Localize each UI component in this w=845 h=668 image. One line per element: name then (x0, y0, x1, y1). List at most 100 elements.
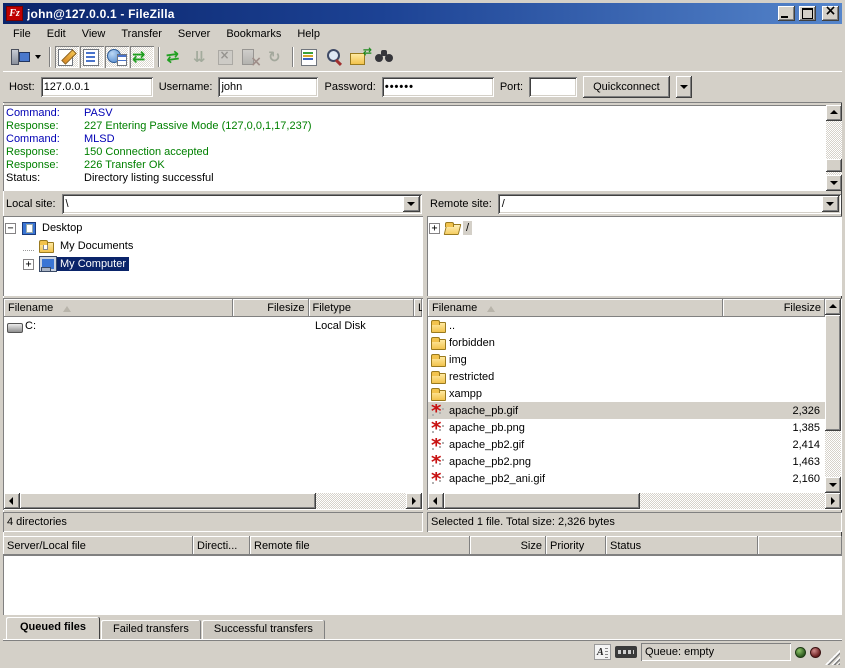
scroll-thumb[interactable] (825, 315, 841, 431)
log-line-label: Response: (6, 120, 84, 133)
column-header[interactable]: Filename (428, 299, 723, 317)
queue-tab[interactable]: Failed transfers (101, 620, 201, 639)
menu-item[interactable]: Bookmarks (218, 26, 289, 42)
toolbar-button[interactable] (32, 46, 45, 68)
scroll-up-button[interactable] (826, 105, 842, 121)
column-header[interactable]: Filetype (309, 299, 415, 317)
toolbar-button[interactable] (214, 46, 238, 68)
scroll-left-button[interactable] (4, 493, 20, 509)
tree-item-label: Desktop (39, 221, 85, 235)
column-header[interactable]: L (414, 299, 422, 317)
queue-column-header[interactable]: Server/Local file (3, 536, 193, 555)
file-row[interactable]: apache_pb2_ani.gif 2,160 (428, 470, 825, 487)
toolbar-button[interactable] (239, 46, 263, 68)
toolbar-button[interactable] (80, 46, 104, 68)
toolbar-button[interactable] (164, 46, 188, 68)
scroll-thumb[interactable] (20, 493, 316, 509)
menu-bar: FileEditViewTransferServerBookmarksHelp (3, 24, 842, 43)
menu-item[interactable]: View (74, 26, 114, 42)
host-input[interactable] (41, 77, 153, 97)
local-horizontal-scrollbar[interactable] (4, 493, 422, 509)
tree-expander[interactable] (5, 223, 16, 234)
tree-expander[interactable] (23, 250, 34, 251)
scroll-down-button[interactable] (825, 477, 841, 493)
queue-column-header[interactable]: Remote file (250, 536, 470, 555)
queue-list-area[interactable] (3, 555, 842, 615)
close-button[interactable] (822, 6, 839, 21)
file-icon (430, 387, 447, 401)
toolbar-button[interactable] (264, 46, 288, 68)
log-scrollbar[interactable] (826, 105, 842, 191)
port-input[interactable] (529, 77, 577, 97)
username-input[interactable] (218, 77, 318, 97)
queue-column-header[interactable] (758, 536, 842, 555)
scroll-right-button[interactable] (825, 493, 841, 509)
tree-expander[interactable] (23, 259, 34, 270)
file-row[interactable]: apache_pb.png 1,385 (428, 419, 825, 436)
queue-column-header[interactable]: Priority (546, 536, 606, 555)
queue-column-header[interactable]: Directi... (193, 536, 250, 555)
scroll-thumb[interactable] (826, 159, 842, 172)
toolbar-button[interactable] (373, 46, 397, 68)
tree-item[interactable]: My Computer (5, 255, 421, 273)
scroll-right-button[interactable] (406, 493, 422, 509)
file-row[interactable]: .. (428, 317, 825, 334)
toolbar-button[interactable] (348, 46, 372, 68)
local-site-combo[interactable]: \ (62, 194, 422, 214)
remote-site-combo[interactable]: / (498, 194, 841, 214)
toolbar-button[interactable] (55, 46, 79, 68)
resize-grip[interactable] (825, 650, 840, 665)
quickconnect-dropdown[interactable] (676, 76, 692, 98)
tree-item[interactable]: / (429, 219, 840, 237)
toolbar-button[interactable] (292, 47, 294, 67)
menu-item[interactable]: Help (289, 26, 328, 42)
remote-vertical-scrollbar[interactable] (825, 299, 841, 493)
toolbar-button[interactable] (49, 47, 51, 67)
queue-column-header[interactable]: Size (470, 536, 546, 555)
title-bar[interactable]: Fz john@127.0.0.1 - FileZilla (3, 3, 842, 24)
file-row[interactable]: apache_pb.gif 2,326 (428, 402, 825, 419)
queue-column-header[interactable]: Status (606, 536, 758, 555)
scroll-left-button[interactable] (428, 493, 444, 509)
queue-tab[interactable]: Successful transfers (202, 620, 325, 639)
local-tree: Desktop My Documents My Computer (3, 216, 423, 296)
toolbar-button[interactable] (323, 46, 347, 68)
column-header[interactable]: Filesize (233, 299, 309, 317)
remote-site-label: Remote site: (428, 198, 494, 210)
file-row[interactable]: forbidden (428, 334, 825, 351)
maximize-button[interactable] (799, 6, 816, 21)
menu-item[interactable]: File (5, 26, 39, 42)
toolbar-button[interactable] (105, 46, 129, 68)
quickconnect-button[interactable]: Quickconnect (583, 76, 670, 98)
menu-item[interactable]: Transfer (113, 26, 170, 42)
menu-item[interactable]: Server (170, 26, 218, 42)
file-row[interactable]: restricted (428, 368, 825, 385)
column-header[interactable]: Filename (4, 299, 233, 317)
password-input[interactable] (382, 77, 494, 97)
scroll-down-button[interactable] (826, 175, 842, 191)
file-row[interactable]: xampp (428, 385, 825, 402)
toolbar-button[interactable] (130, 46, 154, 68)
toolbar-button[interactable] (158, 47, 160, 67)
column-header[interactable]: Filesize (723, 299, 825, 317)
file-row[interactable]: img (428, 351, 825, 368)
file-row[interactable]: C: Local Disk (4, 317, 422, 334)
combo-dropdown-arrow-icon[interactable] (403, 196, 420, 212)
menu-item[interactable]: Edit (39, 26, 74, 42)
tree-item[interactable]: Desktop (5, 219, 421, 237)
file-row[interactable]: apache_pb2.png 1,463 (428, 453, 825, 470)
remote-horizontal-scrollbar[interactable] (428, 493, 841, 509)
remote-tree: / (427, 216, 842, 296)
tree-expander[interactable] (429, 223, 440, 234)
toolbar-button[interactable] (7, 46, 31, 68)
queue-tab[interactable]: Queued files (6, 617, 100, 639)
tree-item[interactable]: My Documents (5, 237, 421, 255)
combo-dropdown-arrow-icon[interactable] (822, 196, 839, 212)
activity-led-green-icon (795, 647, 806, 658)
toolbar-button[interactable] (298, 46, 322, 68)
scroll-up-button[interactable] (825, 299, 841, 315)
scroll-thumb[interactable] (444, 493, 640, 509)
minimize-button[interactable] (778, 6, 795, 21)
file-row[interactable]: apache_pb2.gif 2,414 (428, 436, 825, 453)
toolbar-button[interactable] (189, 46, 213, 68)
